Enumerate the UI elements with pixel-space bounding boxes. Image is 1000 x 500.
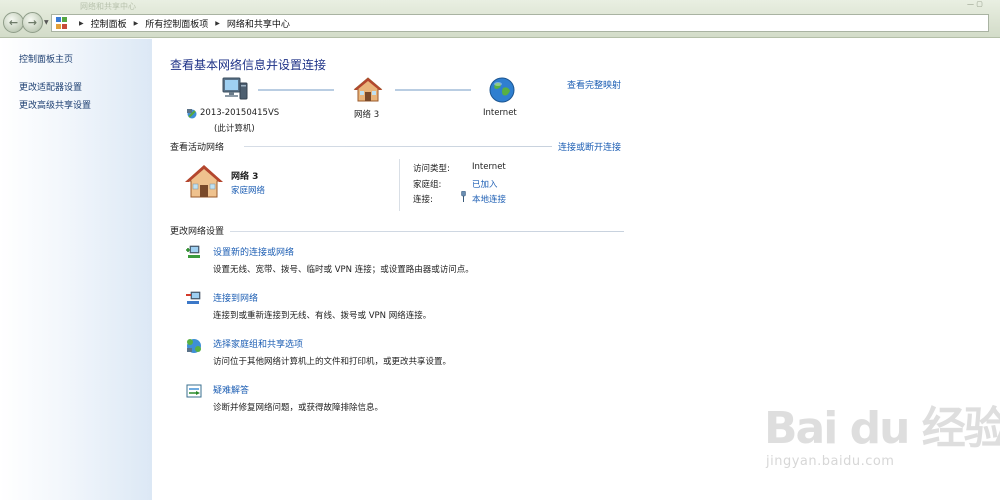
troubleshoot-link[interactable]: 疑难解答 (213, 383, 249, 396)
window-controls[interactable]: — ▢ (967, 0, 983, 8)
internet-label: Internet (483, 108, 517, 118)
homegroup-sharing-link[interactable]: 选择家庭组和共享选项 (213, 337, 303, 350)
watermark-url: jingyan.baidu.com (766, 454, 895, 469)
forward-button[interactable]: → (22, 12, 43, 33)
chevron-right-icon[interactable]: ▶ (79, 20, 84, 27)
sidebar-item-advanced-sharing-settings[interactable]: 更改高级共享设置 (19, 98, 91, 111)
home-network-icon[interactable] (353, 76, 383, 104)
local-connection-link[interactable]: 本地连接 (472, 193, 506, 205)
homegroup-sharing-icon (185, 336, 203, 354)
globe-icon[interactable] (488, 76, 516, 104)
computer-label-sub: (此计算机) (214, 124, 255, 134)
setup-new-connection-link[interactable]: 设置新的连接或网络 (213, 245, 294, 258)
control-panel-icon (56, 17, 68, 29)
forward-arrow-icon: → (27, 16, 38, 29)
breadcrumb-network-center[interactable]: 网络和共享中心 (227, 17, 290, 30)
troubleshoot-icon (185, 382, 203, 400)
change-settings-header: 更改网络设置 (170, 227, 225, 237)
chevron-right-icon[interactable]: ▶ (215, 20, 220, 27)
map-connector-line (258, 89, 334, 91)
connect-to-network-desc: 连接到或重新连接到无线、有线、拨号或 VPN 网络连接。 (213, 311, 432, 321)
watermark-brand: Bai du 经验 (764, 403, 1000, 454)
baidu-watermark: Bai du 经验 jingyan.baidu.com (760, 390, 1000, 500)
access-type-label: 访问类型: (413, 164, 450, 174)
network-type-link[interactable]: 家庭网络 (231, 184, 265, 196)
computer-name: 2013-20150415VS (200, 108, 280, 118)
back-arrow-icon: ← (8, 16, 19, 29)
address-bar[interactable]: ▶ 控制面板 ▶ 所有控制面板项 ▶ 网络和共享中心 (51, 14, 989, 32)
homegroup-sharing-desc: 访问位于其他网络计算机上的文件和打印机，或更改共享设置。 (213, 357, 452, 367)
network-name-map: 网络 3 (354, 110, 380, 120)
homegroup-joined-link[interactable]: 已加入 (472, 178, 498, 190)
home-network-large-icon (184, 164, 224, 200)
chevron-right-icon[interactable]: ▶ (134, 20, 139, 27)
vertical-divider (399, 159, 400, 211)
active-network-name: 网络 3 (231, 172, 259, 182)
recent-pages-dropdown-icon[interactable]: ▼ (44, 19, 49, 26)
connect-to-network-icon (185, 290, 203, 308)
connect-disconnect-link[interactable]: 连接或断开连接 (558, 140, 621, 153)
access-type-value: Internet (472, 162, 506, 172)
connect-to-network-link[interactable]: 连接到网络 (213, 291, 258, 304)
active-networks-header: 查看活动网络 (170, 143, 225, 153)
homegroup-label: 家庭组: (413, 180, 442, 190)
section-divider (230, 231, 624, 232)
breadcrumb-control-panel[interactable]: 控制面板 (91, 17, 127, 30)
computer-icon[interactable] (220, 76, 250, 104)
setup-new-connection-desc: 设置无线、宽带、拨号、临时或 VPN 连接；或设置路由器或访问点。 (213, 265, 474, 275)
sidebar-item-change-adapter-settings[interactable]: 更改适配器设置 (19, 80, 82, 93)
sidebar-item-control-panel-home[interactable]: 控制面板主页 (19, 52, 73, 65)
window-title: 网络和共享中心 (80, 2, 136, 11)
breadcrumb-all-items[interactable]: 所有控制面板项 (145, 17, 208, 30)
connection-label: 连接: (413, 195, 433, 205)
view-full-map-link[interactable]: 查看完整映射 (567, 78, 621, 91)
title-bar: 网络和共享中心 ← → ▼ ▶ 控制面板 ▶ 所有控制面板项 ▶ 网络和共享中心… (0, 0, 1000, 38)
network-connection-icon (186, 108, 198, 119)
troubleshoot-desc: 诊断并修复网络问题，或获得故障排除信息。 (213, 403, 384, 413)
page-title: 查看基本网络信息并设置连接 (170, 58, 327, 72)
sidebar: 控制面板主页 更改适配器设置 更改高级共享设置 (0, 39, 152, 500)
back-button[interactable]: ← (3, 12, 24, 33)
map-connector-line (395, 89, 471, 91)
ethernet-plug-icon (460, 190, 467, 202)
new-connection-icon (185, 244, 203, 262)
section-divider (244, 146, 552, 147)
